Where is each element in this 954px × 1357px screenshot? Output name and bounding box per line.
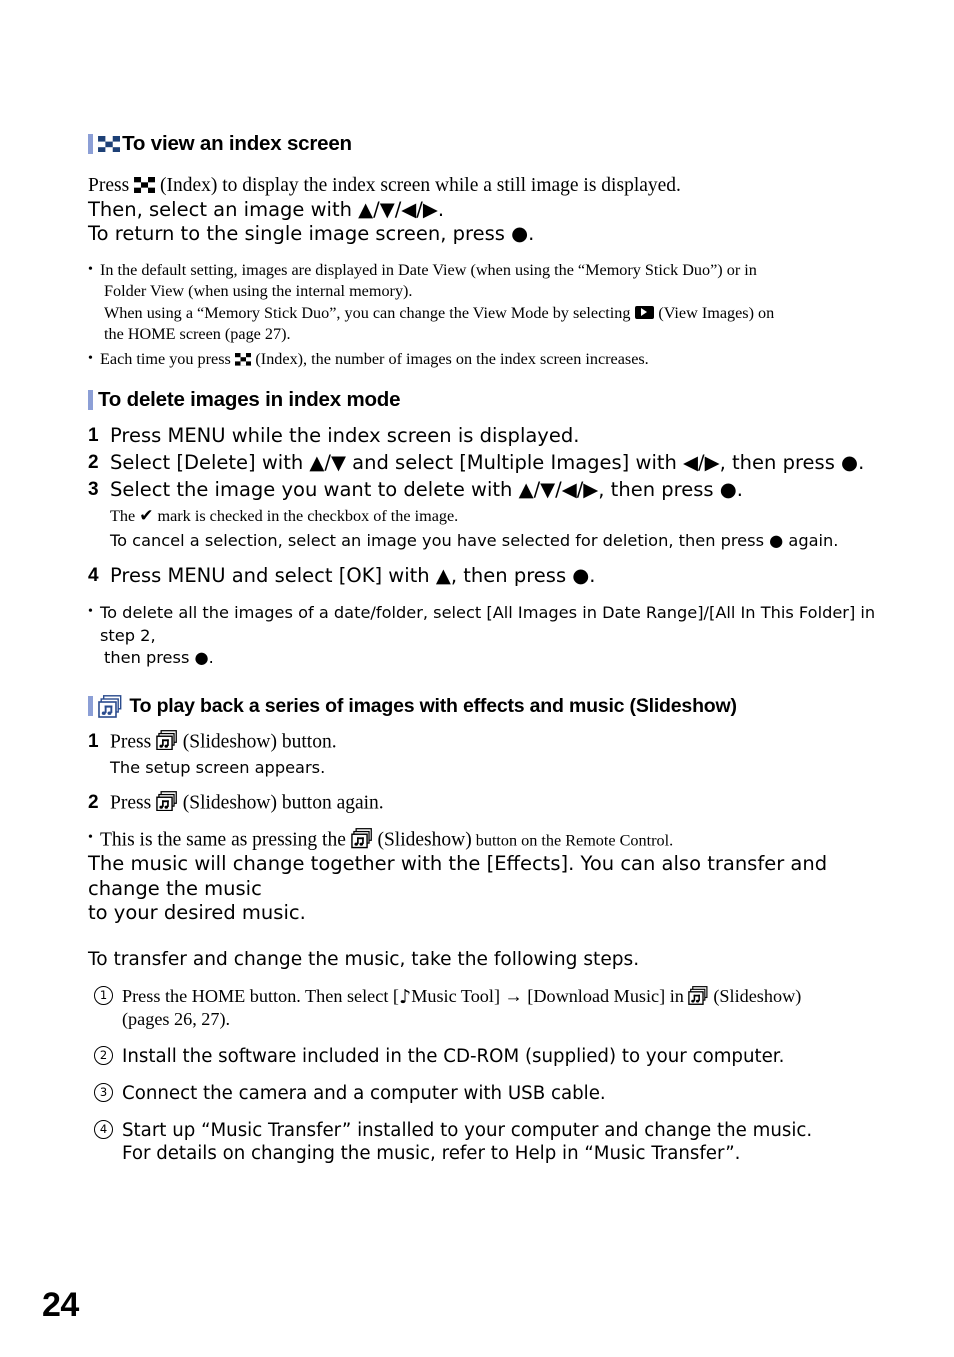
- page-number: 24: [42, 1286, 79, 1324]
- bullet-each-time-press-index: Each time you press (Index), the number …: [88, 348, 888, 371]
- circled-number: 3: [94, 1083, 113, 1103]
- transfer-step-1-line-1: Press the HOME button. Then select [♪Mus…: [122, 985, 888, 1008]
- index-intro-line1-post: (Index) to display the index screen whil…: [155, 175, 681, 196]
- circled-number: 1: [94, 986, 113, 1006]
- play-view-images-icon: [634, 305, 655, 319]
- transfer-step-2-text: Install the software included in the CD-…: [122, 1046, 785, 1068]
- heading-delete-images-index-mode: To delete images in index mode: [88, 388, 888, 412]
- slideshow-icon: [98, 694, 122, 718]
- bullet-delete-all-images: To delete all the images of a date/folde…: [88, 601, 888, 669]
- transfer-intro-text: To transfer and change the music, take t…: [88, 948, 640, 970]
- remote-mid: (Slideshow): [372, 829, 472, 851]
- step-text: Select [Delete] with ▲/▼ and select [Mul…: [110, 451, 865, 474]
- step-text: Press MENU while the index screen is dis…: [110, 424, 580, 447]
- paragraph-line-1: The music will change together with the …: [88, 852, 828, 900]
- bullet-line-1: In the default setting, images are displ…: [100, 260, 757, 279]
- step-number: 1: [88, 730, 99, 752]
- paragraph-line-2: to your desired music.: [88, 901, 306, 925]
- index-intro-paragraph: Press (Index) to display the index scree…: [88, 174, 888, 247]
- transfer-step-4: 4 Start up “Music Transfer” installed to…: [88, 1119, 888, 1165]
- index-checkerboard-icon: [134, 177, 156, 193]
- heading-accent-bar: [88, 696, 93, 716]
- index-intro-line2: Then, select an image with ▲/▼/◀/▶.: [88, 197, 445, 221]
- index-intro-line3: To return to the single image screen, pr…: [88, 222, 535, 245]
- transfer-step-3-text: Connect the camera and a computer with U…: [122, 1083, 606, 1105]
- bullet-line-4: (View Images) on: [658, 303, 775, 322]
- bullet-index-pre: Each time you press: [100, 349, 235, 368]
- note-text: The setup screen appears.: [110, 757, 326, 777]
- slideshow-icon: [688, 986, 708, 1006]
- step-number: 4: [88, 565, 99, 586]
- step-text: Press MENU and select [OK] with ▲, then …: [110, 564, 596, 587]
- delete-step-4: 4 Press MENU and select [OK] with ▲, the…: [88, 564, 888, 589]
- index-checkerboard-icon: [98, 135, 121, 153]
- slideshow-step-1: 1 Press (Slideshow) button.: [88, 729, 888, 754]
- transfer-step-1: 1 Press the HOME button. Then select [♪M…: [88, 985, 888, 1031]
- document-page: To view an index screen Press (Index) to…: [0, 0, 954, 1357]
- slideshow-step-2: 2 Press (Slideshow) button again.: [88, 791, 888, 815]
- step-number: 2: [88, 452, 99, 473]
- step-seg-2: Music Tool] → [Download Music] in: [411, 986, 689, 1007]
- step-text-post: (Slideshow) button.: [177, 730, 337, 752]
- slideshow-icon: [156, 729, 178, 750]
- bullet-remote-control: This is the same as pressing the (Slides…: [88, 827, 888, 852]
- index-intro-line1-pre: Press: [88, 175, 135, 196]
- bullet-line-3: When using a “Memory Stick Duo”, you can…: [104, 303, 631, 322]
- delete-step-2: 2 Select [Delete] with ▲/▼ and select [M…: [88, 451, 888, 476]
- index-checkerboard-icon: [234, 352, 252, 366]
- delete-step-1: 1 Press MENU while the index screen is d…: [88, 424, 888, 449]
- step-text-pre: Press: [110, 792, 157, 814]
- slideshow-icon: [156, 791, 178, 812]
- step-text-pre: Press: [110, 730, 157, 752]
- heading-label: To view an index screen: [122, 132, 352, 155]
- transfer-step-4-line-1: Start up “Music Transfer” installed to y…: [122, 1120, 813, 1142]
- heading-label: To delete images in index mode: [98, 388, 401, 411]
- transfer-step-4-line-2: For details on changing the music, refer…: [122, 1143, 741, 1165]
- heading-accent-bar: [88, 134, 93, 154]
- transfer-step-3: 3 Connect the camera and a computer with…: [88, 1082, 888, 1105]
- heading-accent-bar: [88, 390, 93, 410]
- step-seg-3: (Slideshow): [708, 986, 802, 1007]
- note-text: To cancel a selection, select an image y…: [110, 531, 839, 550]
- step-seg-1: Press the HOME button. Then select [: [122, 986, 399, 1007]
- step-number: 2: [88, 791, 99, 813]
- delete-step-3-note-checkmark: The ✔ mark is checked in the checkbox of…: [88, 506, 888, 527]
- step-text: Select the image you want to delete with…: [110, 478, 743, 501]
- slideshow-music-paragraph: The music will change together with the …: [88, 852, 888, 926]
- note-pre: The: [110, 507, 140, 525]
- remote-pre: This is the same as pressing the: [100, 829, 351, 851]
- bullet-default-setting: In the default setting, images are displ…: [88, 259, 888, 346]
- bullet-line-2: Folder View (when using the internal mem…: [104, 282, 413, 300]
- delete-step-3: 3 Select the image you want to delete wi…: [88, 478, 888, 503]
- bullet-line-5: the HOME screen (page 27).: [104, 325, 291, 343]
- bullet-line-3-wrap: When using a “Memory Stick Duo”, you can…: [100, 303, 888, 325]
- heading-label: To play back a series of images with eff…: [129, 694, 737, 717]
- slideshow-step-1-note: The setup screen appears.: [88, 757, 888, 779]
- remote-post: button on the Remote Control.: [471, 831, 674, 850]
- transfer-step-1-line-2: (pages 26, 27).: [122, 1009, 231, 1030]
- slideshow-icon: [350, 828, 373, 849]
- page-content: To view an index screen Press (Index) to…: [88, 132, 888, 1165]
- note-post: mark is checked in the checkbox of the i…: [153, 507, 459, 525]
- step-number: 1: [88, 425, 99, 446]
- circled-number: 4: [94, 1120, 113, 1140]
- bullet-line-1: To delete all the images of a date/folde…: [100, 603, 876, 645]
- transfer-music-intro: To transfer and change the music, take t…: [88, 948, 888, 972]
- step-number: 3: [88, 479, 99, 500]
- music-note-icon: ♪: [398, 985, 412, 1009]
- circled-number: 2: [94, 1046, 113, 1066]
- checkmark-icon: ✔: [139, 506, 154, 526]
- bullet-line-2: then press ●.: [104, 648, 214, 667]
- step-text-post: (Slideshow) button again.: [177, 792, 384, 814]
- delete-step-3-note-cancel: To cancel a selection, select an image y…: [88, 530, 888, 552]
- transfer-step-2: 2 Install the software included in the C…: [88, 1045, 888, 1068]
- heading-slideshow: To play back a series of images with eff…: [88, 695, 888, 718]
- heading-view-index-screen: To view an index screen: [88, 132, 888, 156]
- bullet-index-post: (Index), the number of images on the ind…: [251, 349, 649, 368]
